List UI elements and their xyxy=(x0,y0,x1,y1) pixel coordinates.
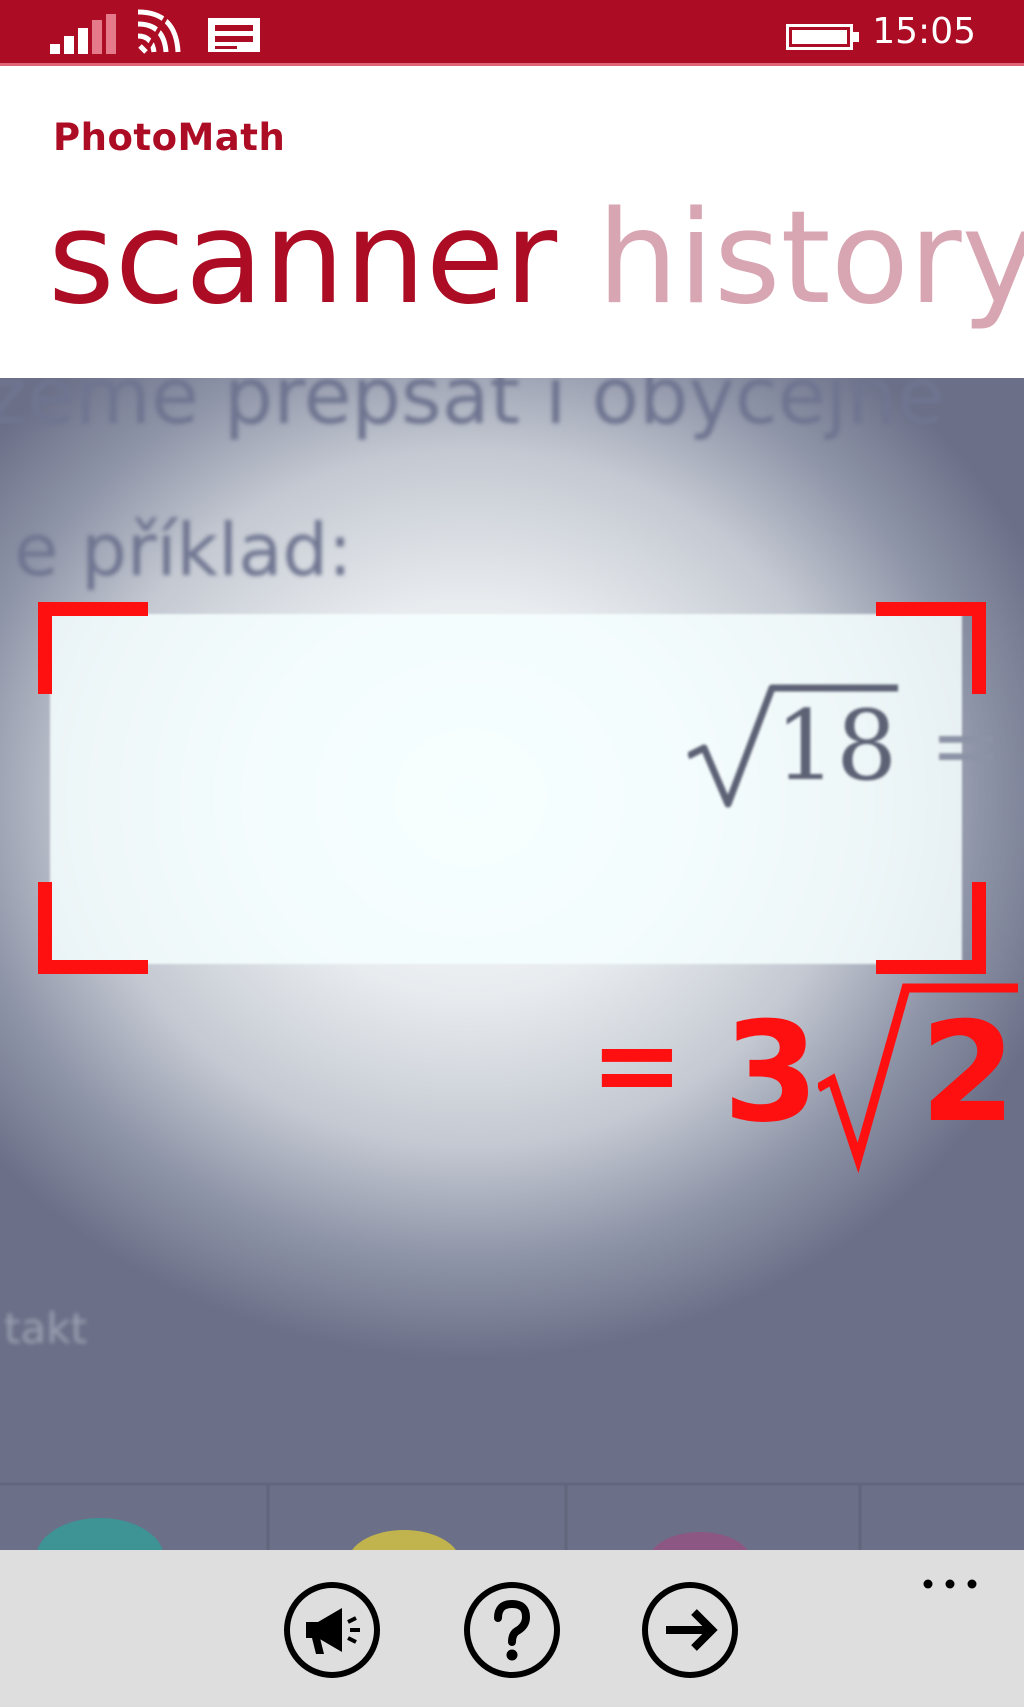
photo-text-line: e příklad: xyxy=(14,508,353,592)
pivot-tabs: scanner history xyxy=(48,184,1024,334)
header: PhotoMath scanner history xyxy=(0,66,1024,378)
next-button[interactable] xyxy=(640,1580,740,1680)
feedback-button[interactable] xyxy=(282,1580,382,1680)
photo-text-line: zeme přepsat i obyčejně xyxy=(0,378,945,442)
scan-frame-brackets xyxy=(38,602,986,974)
status-time: 15:05 xyxy=(872,11,976,52)
question-icon xyxy=(464,1582,560,1678)
wifi-icon xyxy=(137,9,181,54)
status-bar: 15:05 xyxy=(0,0,1024,66)
camera-viewfinder[interactable]: zeme přepsat i obyčejně e příklad: takt … xyxy=(0,378,1024,1550)
arrow-right-icon xyxy=(642,1582,738,1678)
more-dots-icon[interactable] xyxy=(920,1574,980,1594)
battery-icon xyxy=(786,24,859,50)
tab-history[interactable]: history xyxy=(597,184,1024,334)
solution-coefficient: 3 xyxy=(723,992,820,1153)
help-button[interactable] xyxy=(462,1580,562,1680)
solution-overlay[interactable]: = 3 2 xyxy=(590,980,1018,1180)
solution-radicand: 2 xyxy=(920,992,1017,1153)
solution-equals: = xyxy=(590,1000,684,1130)
photo-text-line: takt xyxy=(4,1304,87,1353)
signal-icon xyxy=(50,14,116,54)
app-bar xyxy=(0,1550,1024,1707)
photo-background-shapes xyxy=(0,1482,1024,1550)
megaphone-icon xyxy=(284,1582,380,1678)
tab-scanner[interactable]: scanner xyxy=(48,184,557,334)
app-title: PhotoMath xyxy=(53,116,286,159)
message-icon xyxy=(208,18,260,52)
